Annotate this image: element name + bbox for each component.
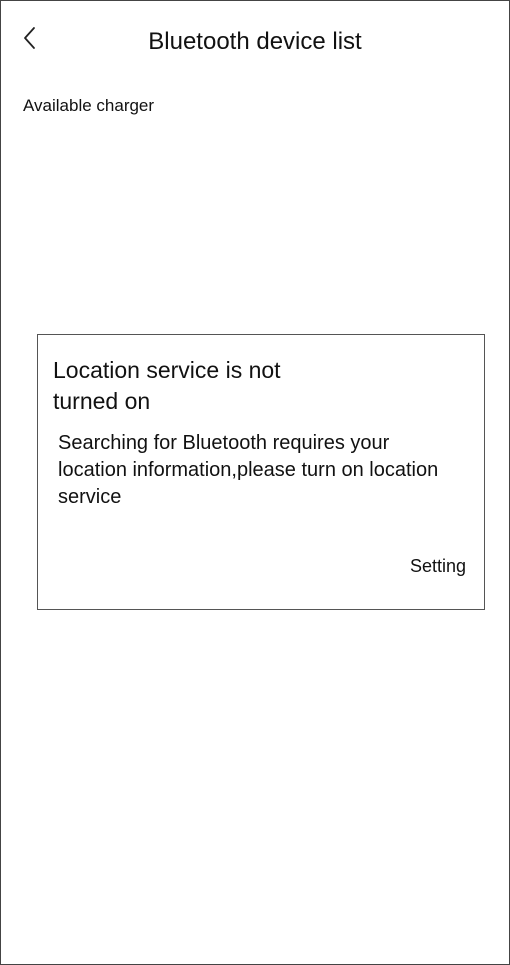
setting-button[interactable]: Setting — [410, 554, 466, 578]
available-charger-label: Available charger — [23, 96, 155, 115]
dialog-message: Searching for Bluetooth requires your lo… — [58, 432, 439, 508]
dialog-title: Location service is not turned on — [53, 357, 281, 414]
location-service-dialog: Location service is not turned on Search… — [37, 334, 485, 610]
page-title: Bluetooth device list — [148, 28, 362, 55]
app-header: Bluetooth device list — [0, 0, 510, 84]
